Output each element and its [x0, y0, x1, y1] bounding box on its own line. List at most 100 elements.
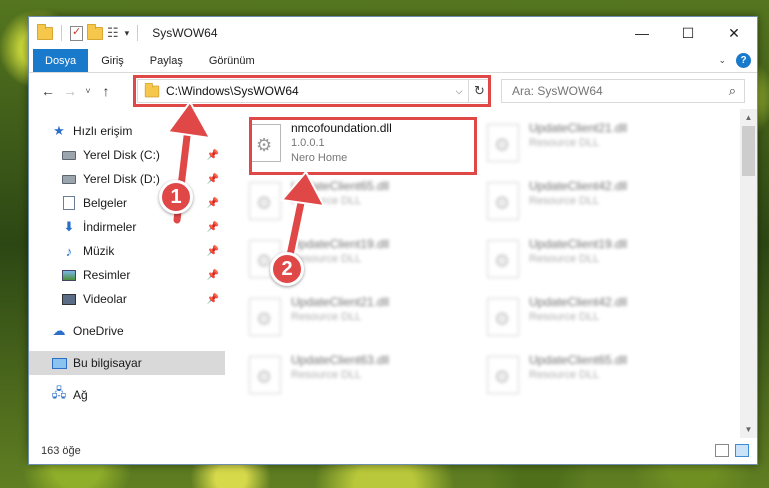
help-icon[interactable]: ? [736, 53, 751, 68]
maximize-button[interactable]: ☐ [665, 17, 711, 49]
file-name: UpdateClient21.dll [529, 121, 628, 135]
sidebar-item-label: Yerel Disk (C:) [83, 148, 160, 162]
back-button[interactable]: ← [37, 83, 59, 99]
file-description: Resource DLL [529, 253, 600, 265]
file-description: Resource DLL [529, 195, 600, 207]
sidebar-item-label: OneDrive [73, 324, 124, 338]
sidebar-item-label: İndirmeler [83, 220, 137, 234]
scroll-down-icon[interactable]: ▼ [740, 421, 757, 438]
properties-icon[interactable] [70, 25, 83, 41]
file-item[interactable]: UpdateClient63.dll Resource DLL [249, 351, 487, 409]
dll-file-icon [487, 182, 519, 220]
dll-file-icon [487, 356, 519, 394]
file-name: UpdateClient42.dll [529, 295, 628, 309]
sidebar-item-pictures[interactable]: Resimler 📌 [29, 263, 225, 287]
forward-button[interactable]: → [59, 83, 81, 99]
sidebar-item-network[interactable]: 🖧 Ağ [29, 383, 225, 407]
file-item[interactable]: UpdateClient42.dll Resource DLL [487, 293, 725, 351]
step-badge-2: 2 [270, 252, 304, 286]
music-icon: ♪ [65, 243, 73, 259]
dll-file-icon [487, 298, 519, 336]
folder-icon [37, 23, 53, 40]
toolbar-divider [61, 25, 62, 41]
sidebar-item-label: Hızlı erişim [73, 124, 133, 138]
sidebar-item-label: Müzik [83, 244, 115, 258]
dll-file-icon [487, 124, 519, 162]
tab-home[interactable]: Giriş [88, 49, 137, 72]
file-name: UpdateClient65.dll [529, 353, 628, 367]
file-description: Resource DLL [291, 311, 362, 323]
sidebar-item-videos[interactable]: Videolar 📌 [29, 287, 225, 311]
step-badge-1: 1 [159, 180, 193, 214]
customize-toolbar-icon[interactable]: ▾ [125, 28, 130, 39]
scroll-thumb[interactable] [742, 126, 755, 176]
file-name: UpdateClient21.dll [291, 295, 390, 309]
pin-icon[interactable]: 📌 [207, 270, 219, 281]
file-description: Resource DLL [291, 369, 362, 381]
file-item[interactable]: UpdateClient21.dll Resource DLL [487, 119, 725, 177]
sidebar-item-label: Belgeler [83, 196, 128, 210]
minimize-button[interactable]: — [619, 17, 665, 49]
sidebar-item-this-pc[interactable]: Bu bilgisayar [29, 351, 225, 375]
recent-locations-button[interactable]: ˅ [81, 86, 95, 96]
tab-view[interactable]: Görünüm [196, 49, 268, 72]
tab-file[interactable]: Dosya [33, 49, 89, 72]
expand-ribbon-icon[interactable]: ⌄ [718, 55, 726, 66]
dll-file-icon [249, 298, 281, 336]
tiles-view-icon[interactable] [735, 444, 749, 457]
sidebar-item-label: Resimler [83, 268, 131, 282]
search-input[interactable] [512, 84, 692, 98]
navigation-bar: ← → ˅ ↑ C:\Windows\SysWOW64 ⌵ ↻ ⌕ [29, 73, 757, 109]
item-count: 163 öğe [41, 445, 81, 457]
ribbon-tabs: Dosya Giriş Paylaş Görünüm ⌄ ? [29, 49, 757, 73]
title-bar: ☷ ▾ SysWOW64 — ☐ ✕ [29, 17, 757, 49]
pin-icon[interactable]: 📌 [207, 294, 219, 305]
sidebar-item-label: Ağ [73, 388, 88, 402]
file-item[interactable]: UpdateClient19.dll Resource DLL [487, 235, 725, 293]
search-icon[interactable]: ⌕ [729, 83, 736, 99]
view-switcher [715, 444, 749, 457]
tab-share[interactable]: Paylaş [137, 49, 196, 72]
star-icon: ★ [53, 123, 65, 138]
file-description: Resource DLL [529, 369, 600, 381]
file-item[interactable]: UpdateClient21.dll Resource DLL [249, 293, 487, 351]
dll-file-icon [487, 240, 519, 278]
new-folder-icon[interactable] [87, 23, 103, 40]
computer-icon [51, 355, 67, 371]
dll-file-icon [249, 356, 281, 394]
downloads-icon: ⬇ [63, 219, 75, 234]
file-item[interactable]: UpdateClient42.dll Resource DLL [487, 177, 725, 235]
network-icon: 🖧 [51, 385, 67, 400]
quick-access-toolbar: ☷ ▾ [29, 23, 142, 41]
documents-icon [61, 195, 77, 211]
toolbar-divider [137, 25, 139, 41]
pictures-icon [61, 267, 77, 283]
up-button[interactable]: ↑ [95, 83, 117, 99]
file-name: UpdateClient63.dll [291, 353, 390, 367]
sidebar-item-onedrive[interactable]: ☁ OneDrive [29, 319, 225, 343]
close-button[interactable]: ✕ [711, 17, 757, 49]
view-icon[interactable]: ☷ [107, 25, 119, 41]
disk-icon [61, 171, 77, 187]
highlight-file-item [249, 117, 477, 175]
videos-icon [61, 291, 77, 307]
search-box[interactable]: ⌕ [501, 79, 745, 103]
scroll-up-icon[interactable]: ▲ [740, 109, 757, 126]
cloud-icon: ☁ [52, 323, 66, 338]
ribbon-right-controls: ⌄ ? [718, 53, 751, 68]
window-controls: — ☐ ✕ [619, 17, 757, 49]
file-item[interactable]: UpdateClient65.dll Resource DLL [487, 351, 725, 409]
vertical-scrollbar[interactable]: ▲ ▼ [740, 109, 757, 438]
pin-icon[interactable]: 📌 [207, 246, 219, 257]
file-name: UpdateClient19.dll [529, 237, 628, 251]
file-description: Resource DLL [529, 137, 600, 149]
file-name: UpdateClient42.dll [529, 179, 628, 193]
sidebar-item-music[interactable]: ♪ Müzik 📌 [29, 239, 225, 263]
sidebar-item-label: Yerel Disk (D:) [83, 172, 160, 186]
details-view-icon[interactable] [715, 444, 729, 457]
file-description: Resource DLL [529, 311, 600, 323]
disk-icon [61, 147, 77, 163]
